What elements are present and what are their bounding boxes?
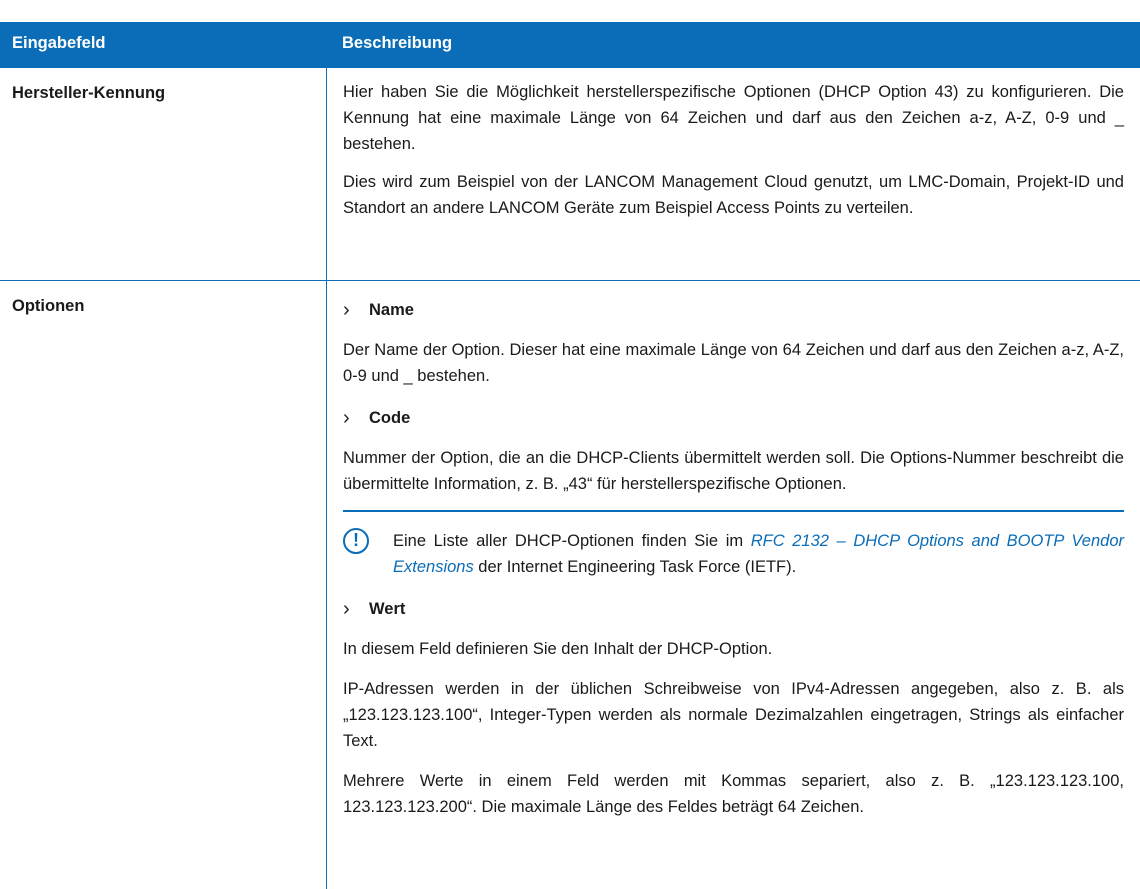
chevron-right-icon: ›: [343, 598, 350, 620]
note-prefix: Eine Liste aller DHCP-Optionen finden Si…: [393, 532, 751, 550]
option-item-body: In diesem Feld definieren Sie den Inhalt…: [343, 640, 773, 658]
description-cell: › Name Der Name der Option. Dieser hat e…: [326, 281, 1140, 889]
table-row: Hersteller-Kennung Hier haben Sie die Mö…: [0, 68, 1140, 281]
field-name-hersteller-kennung: Hersteller-Kennung: [12, 84, 166, 102]
option-item-body: Nummer der Option, die an die DHCP-Clien…: [343, 449, 1124, 493]
info-note: ! Eine Liste aller DHCP-Optionen finden …: [343, 510, 1124, 580]
description-paragraph: Dies wird zum Beispiel von der LANCOM Ma…: [343, 173, 1124, 217]
option-item-wert: › Wert: [343, 596, 1124, 622]
header-beschreibung: Beschreibung: [342, 34, 453, 52]
table-row: Optionen › Name Der Name der Option. Die…: [0, 281, 1140, 889]
exclamation-circle-icon: !: [343, 528, 369, 554]
field-name-optionen: Optionen: [12, 297, 85, 315]
option-item-title: Wert: [369, 600, 406, 618]
header-eingabefeld: Eingabefeld: [12, 34, 106, 52]
option-item-code: › Code: [343, 405, 1124, 431]
description-cell: Hier haben Sie die Möglichkeit herstelle…: [326, 68, 1140, 280]
option-item-name: › Name: [343, 297, 1124, 323]
option-item-body: Der Name der Option. Dieser hat eine max…: [343, 341, 1124, 385]
option-item-title: Code: [369, 409, 411, 427]
note-suffix: der Internet Engineering Task Force (IET…: [473, 558, 797, 576]
table-header: Eingabefeld Beschreibung: [0, 22, 1140, 68]
option-item-title: Name: [369, 301, 414, 319]
description-paragraph: Hier haben Sie die Möglichkeit herstelle…: [343, 83, 1124, 153]
option-item-body: IP-Adressen werden in der üblichen Schre…: [343, 680, 1124, 750]
chevron-right-icon: ›: [343, 407, 350, 429]
option-item-body: Mehrere Werte in einem Feld werden mit K…: [343, 772, 1124, 816]
page-heading-partial: [0, 0, 1140, 10]
note-text: Eine Liste aller DHCP-Optionen finden Si…: [393, 528, 1124, 580]
chevron-right-icon: ›: [343, 299, 350, 321]
parameter-table: Eingabefeld Beschreibung Hersteller-Kenn…: [0, 22, 1140, 889]
